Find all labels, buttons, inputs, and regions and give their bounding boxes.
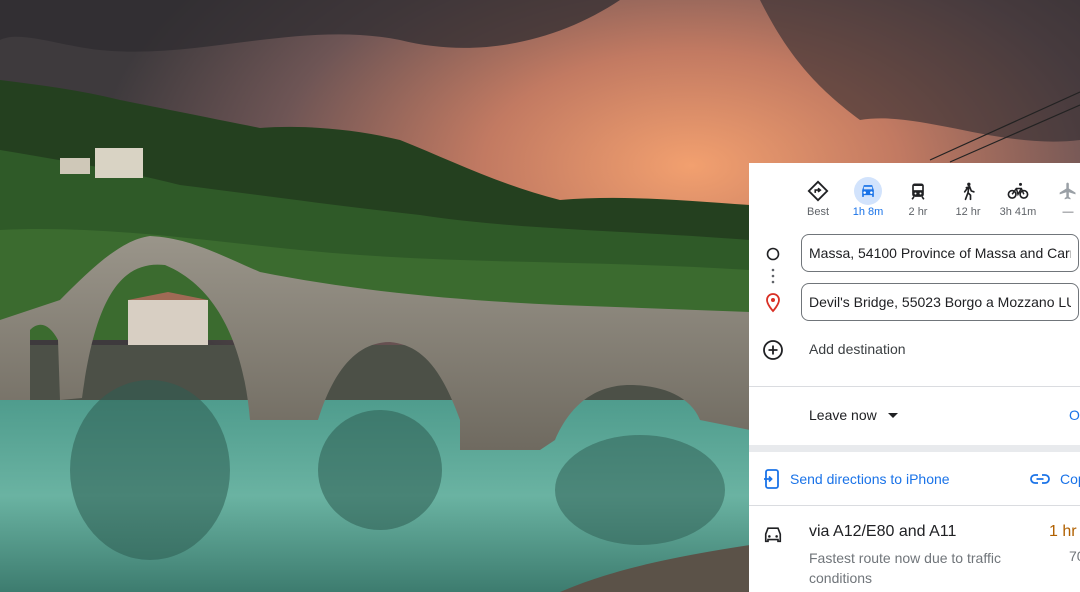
flight-icon: [1054, 177, 1080, 205]
travel-mode-label: 3h 41m: [999, 206, 1037, 218]
send-to-phone-button[interactable]: Send directions to iPhone: [763, 468, 950, 490]
car-icon: [764, 527, 782, 543]
best-route-icon: [804, 177, 832, 205]
travel-mode-label: 2 hr: [908, 206, 928, 218]
route-distance: 70 km: [1069, 548, 1080, 564]
route-description: Fastest route now due to traffic conditi…: [809, 550, 1001, 586]
cycling-icon: [1004, 177, 1032, 205]
origin-field[interactable]: [801, 234, 1079, 272]
destination-field[interactable]: [801, 283, 1079, 321]
walking-icon: [954, 177, 982, 205]
divider: [749, 505, 1080, 506]
travel-mode-label: Best: [806, 206, 829, 218]
directions-panel: Best 1h 8m 2 hr 12 hr 3h 41m — Massa, 54…: [749, 163, 1080, 592]
transit-icon: [904, 177, 932, 205]
copy-link-label: Copy link: [1060, 471, 1080, 487]
destination-pin-icon: [766, 293, 780, 313]
route-title: via A12/E80 and A11: [809, 523, 957, 540]
add-destination-label: Add destination: [809, 341, 906, 357]
destination-input[interactable]: [802, 284, 1078, 320]
leave-now-label: Leave now: [809, 407, 877, 423]
travel-mode-label: —: [1062, 206, 1074, 218]
travel-mode-best[interactable]: Best: [792, 177, 844, 221]
origin-circle-icon: [766, 247, 780, 261]
origin-input[interactable]: [802, 235, 1078, 271]
options-button[interactable]: Options: [1069, 407, 1080, 423]
travel-mode-walking[interactable]: 12 hr: [942, 177, 994, 221]
travel-mode-transit[interactable]: 2 hr: [892, 177, 944, 221]
send-to-device-icon: [764, 469, 779, 489]
divider: [749, 386, 1080, 387]
travel-mode-cycling[interactable]: 3h 41m: [992, 177, 1044, 221]
travel-mode-flight[interactable]: —: [1042, 177, 1080, 221]
send-directions-label: Send directions to iPhone: [790, 471, 950, 487]
route-duration: 1 hr 8 min: [1049, 523, 1080, 540]
travel-mode-bar: Best 1h 8m 2 hr 12 hr 3h 41m —: [749, 163, 1080, 227]
link-icon: [1030, 474, 1050, 484]
travel-mode-driving[interactable]: 1h 8m: [842, 177, 894, 221]
add-circle-icon: [763, 340, 783, 360]
copy-link-button[interactable]: Copy link: [1030, 468, 1080, 490]
add-destination-button[interactable]: Add destination: [749, 335, 1080, 363]
car-icon: [854, 177, 882, 205]
route-option[interactable]: via A12/E80 and A11 1 hr 8 min Fastest r…: [749, 519, 1080, 592]
travel-mode-label: 12 hr: [955, 206, 981, 218]
section-divider: [749, 445, 1080, 452]
leave-now-dropdown[interactable]: Leave now: [809, 407, 899, 423]
travel-mode-label: 1h 8m: [852, 206, 884, 218]
dropdown-arrow-icon: [887, 413, 898, 419]
